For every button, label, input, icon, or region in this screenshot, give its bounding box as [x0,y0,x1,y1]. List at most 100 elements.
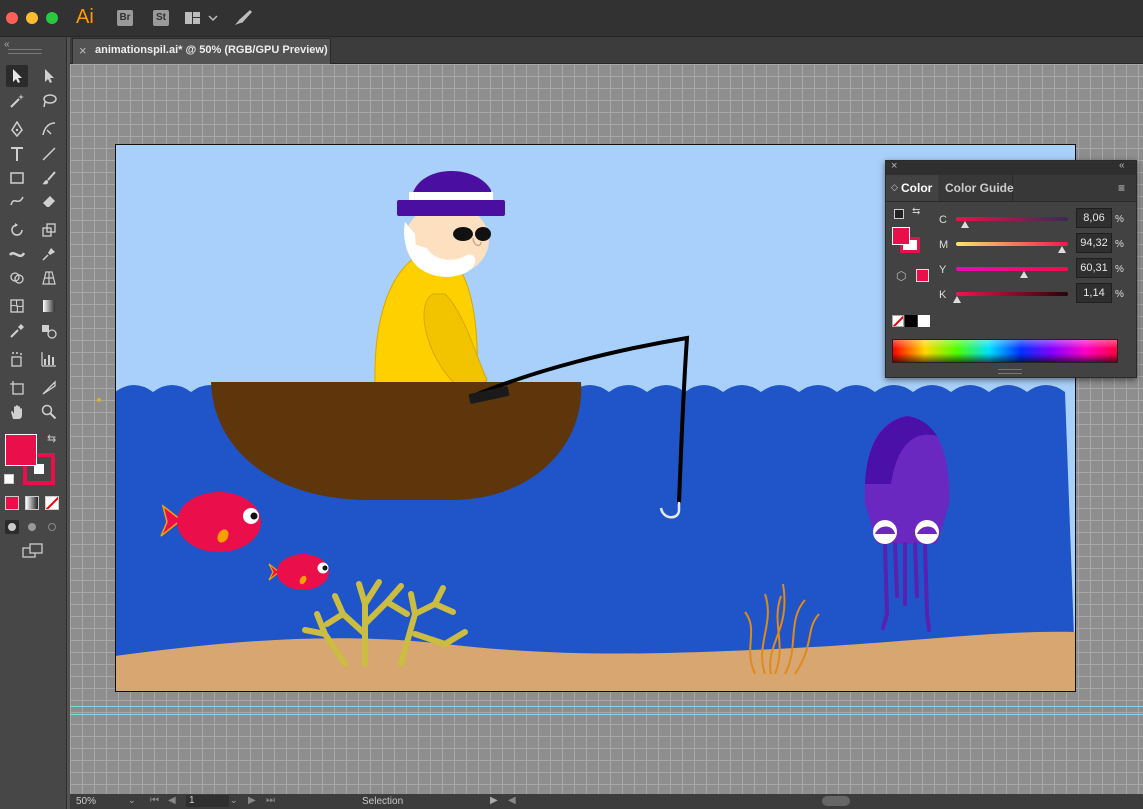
shape-builder-tool-icon[interactable] [6,267,28,289]
symbol-sprayer-tool-icon[interactable] [6,348,28,370]
tab-color-guide[interactable]: Color Guide [938,175,1014,201]
channel-slider-thumb[interactable] [961,221,969,228]
in-gamut-swatch[interactable] [916,269,929,282]
panel-resize-grip[interactable] [998,369,1022,374]
swap-fill-stroke-icon[interactable]: ⇆ [47,432,56,445]
workspace-layout-icon[interactable] [184,10,218,29]
guide-line [70,714,1143,715]
paintbrush-tool-icon[interactable] [38,167,60,189]
scale-tool-icon[interactable] [38,219,60,241]
tab-color[interactable]: ◇ Color [886,175,938,201]
eraser-tool-icon[interactable] [38,190,60,212]
gradient-tool-icon[interactable] [38,295,60,317]
draw-normal-icon[interactable] [5,520,19,534]
channel-slider-track[interactable] [956,267,1068,271]
channel-value-input[interactable]: 1,14 [1076,283,1112,303]
color-panel: × « ◇ Color Color Guide ≡ ⇆ ⬡ C 8,06% M 94,… [885,160,1137,378]
type-tool-icon[interactable] [6,143,28,165]
eyedropper-tool-icon[interactable] [6,320,28,342]
pen-tool-icon[interactable] [6,118,28,140]
launch-icon[interactable] [232,8,254,31]
draw-behind-icon[interactable] [25,520,39,534]
out-of-gamut-icon[interactable]: ⬡ [896,269,906,283]
default-fill-stroke-icon[interactable] [4,474,14,484]
color-panel-titlebar[interactable]: × « [886,160,1136,175]
channel-slider-thumb[interactable] [953,296,961,303]
channel-unit: % [1115,214,1124,225]
artboard-tool-icon[interactable] [6,377,28,399]
previous-artboard-icon[interactable]: ◀ [168,795,176,806]
color-mode-button[interactable] [5,496,19,510]
zoom-window-button[interactable] [46,12,58,24]
channel-label: M [939,239,949,251]
perspective-grid-tool-icon[interactable] [38,267,60,289]
zoom-dropdown-icon[interactable]: ⌄ [128,795,136,806]
close-tab-icon[interactable]: × [79,43,87,58]
screen-mode-icon[interactable] [22,543,44,562]
fisherman-right-eye [475,227,491,241]
zoom-tool-icon[interactable] [38,401,60,423]
none-swatch[interactable] [892,315,904,327]
status-menu-icon[interactable]: ▶ [490,795,498,806]
black-swatch[interactable] [905,315,917,327]
fisherman-hat-band [409,192,493,200]
channel-slider-track[interactable] [956,242,1068,246]
swap-colors-icon[interactable]: ⇆ [912,206,920,217]
channel-label: Y [939,264,947,276]
shaper-tool-icon[interactable] [6,190,28,212]
selection-tool-icon[interactable] [6,65,28,87]
stock-button[interactable]: St [153,10,169,26]
draw-inside-icon[interactable] [45,520,59,534]
scroll-left-icon[interactable]: ◀ [508,795,516,806]
width-tool-icon[interactable] [6,243,28,265]
panel-menu-icon[interactable]: ≡ [1118,181,1125,195]
lasso-tool-icon[interactable] [38,90,60,112]
collapse-panel-icon[interactable]: « [1119,160,1125,171]
line-segment-tool-icon[interactable] [38,143,60,165]
puppet-warp-tool-icon[interactable] [38,243,60,265]
zoom-level[interactable]: 50% [76,796,96,807]
artboard-number[interactable]: 1 [186,795,229,807]
artboard-dropdown-icon[interactable]: ⌄ [230,795,238,806]
default-colors-icon[interactable] [894,209,904,219]
panel-fill-swatch[interactable] [892,227,910,245]
close-window-button[interactable] [6,12,18,24]
bridge-button[interactable]: Br [117,10,133,26]
minimize-window-button[interactable] [26,12,38,24]
channel-value-input[interactable]: 8,06 [1076,208,1112,228]
fisherman-left-eye [453,227,473,241]
magic-wand-tool-icon[interactable] [6,90,28,112]
channel-slider-thumb[interactable] [1058,246,1066,253]
channel-unit: % [1115,289,1124,300]
channel-slider-track[interactable] [956,217,1068,221]
document-tab-title: animationspil.ai* @ 50% (RGB/GPU Preview… [95,44,328,56]
last-artboard-icon[interactable]: ⏭ [266,795,275,806]
channel-slider-thumb[interactable] [1020,271,1028,278]
channel-unit: % [1115,264,1124,275]
next-artboard-icon[interactable]: ▶ [248,795,256,806]
rectangle-tool-icon[interactable] [6,167,28,189]
first-artboard-icon[interactable]: ⏮ [150,795,159,806]
fill-swatch[interactable] [5,434,37,466]
channel-value-input[interactable]: 94,32 [1076,233,1112,253]
curvature-tool-icon[interactable] [38,118,60,140]
blend-tool-icon[interactable] [38,320,60,342]
white-swatch[interactable] [918,315,930,327]
slice-tool-icon[interactable] [38,377,60,399]
channel-slider-track[interactable] [956,292,1068,296]
tab-color-guide-label: Color Guide [945,181,1014,195]
gradient-mode-button[interactable] [25,496,39,510]
direct-selection-tool-icon[interactable] [38,65,60,87]
channel-value-input[interactable]: 60,31 [1076,258,1112,278]
guide-line [70,706,1143,707]
none-mode-button[interactable] [45,496,59,510]
color-spectrum[interactable] [892,339,1118,363]
hand-tool-icon[interactable] [6,401,28,423]
horizontal-scrollbar-thumb[interactable] [822,796,850,806]
column-graph-tool-icon[interactable] [38,348,60,370]
mesh-tool-icon[interactable] [6,295,28,317]
document-tab[interactable]: × animationspil.ai* @ 50% (RGB/GPU Previ… [72,38,331,64]
panel-grip-icon[interactable] [8,49,42,54]
close-panel-icon[interactable]: × [891,160,897,172]
rotate-tool-icon[interactable] [6,219,28,241]
